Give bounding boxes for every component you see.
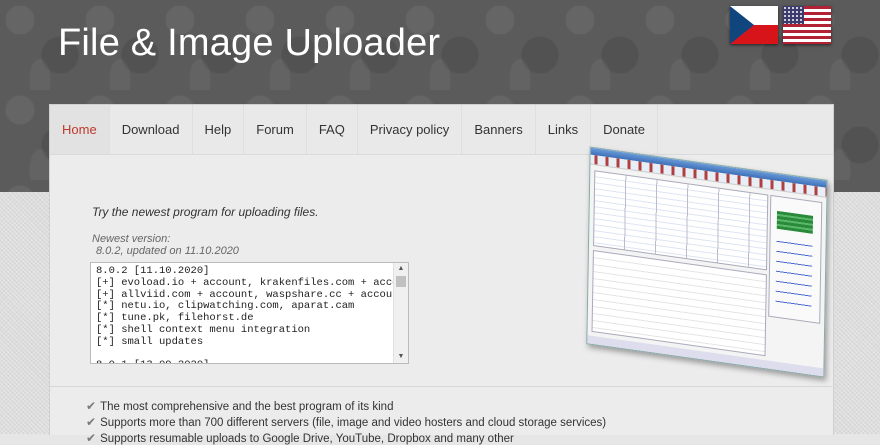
- changelog-box[interactable]: 8.0.2 [11.10.2020] [+] evoload.io + acco…: [90, 262, 409, 364]
- nav-help[interactable]: Help: [193, 105, 245, 154]
- nav-faq[interactable]: FAQ: [307, 105, 358, 154]
- scroll-thumb[interactable]: [396, 276, 406, 287]
- feature-item: ✔ Supports resumable uploads to Google Dr…: [86, 431, 514, 445]
- nav-donate[interactable]: Donate: [591, 105, 659, 154]
- program-screenshot[interactable]: [586, 146, 828, 378]
- site-title: File & Image Uploader: [58, 22, 441, 64]
- us-flag-icon[interactable]: [783, 6, 831, 44]
- version-label: Newest version:: [92, 233, 171, 245]
- screenshot-progress: [776, 210, 814, 234]
- check-icon: ✔: [86, 431, 97, 445]
- nav-download[interactable]: Download: [110, 105, 193, 154]
- language-switcher: [730, 6, 831, 44]
- nav-home[interactable]: Home: [50, 105, 110, 154]
- feature-item: ✔ The most comprehensive and the best pro…: [86, 399, 393, 413]
- feature-text: Supports more than 700 different servers…: [100, 417, 607, 429]
- feature-item: ✔ Supports more than 700 different server…: [86, 415, 606, 429]
- nav-links[interactable]: Links: [536, 105, 592, 154]
- intro-text: Try the newest program for uploading fil…: [92, 205, 319, 219]
- changelog-scrollbar[interactable]: ▲ ▼: [393, 263, 408, 363]
- nav-forum[interactable]: Forum: [244, 105, 307, 154]
- screenshot-link-list: [775, 234, 813, 310]
- changelog-text: 8.0.2 [11.10.2020] [+] evoload.io + acco…: [96, 265, 408, 363]
- scroll-up-arrow-icon[interactable]: ▲: [394, 263, 408, 275]
- czech-flag-icon[interactable]: [730, 6, 778, 44]
- nav-privacy-policy[interactable]: Privacy policy: [358, 105, 463, 154]
- version-date: 8.0.2, updated on 11.10.2020: [96, 245, 239, 257]
- check-icon: ✔: [86, 415, 97, 429]
- screenshot-side-panel: [768, 194, 823, 324]
- scroll-down-arrow-icon[interactable]: ▼: [394, 351, 408, 363]
- feature-text: Supports resumable uploads to Google Dri…: [100, 433, 514, 445]
- feature-text: The most comprehensive and the best prog…: [100, 401, 394, 413]
- check-icon: ✔: [86, 399, 97, 413]
- nav-banners[interactable]: Banners: [462, 105, 536, 154]
- feature-list: ✔ The most comprehensive and the best pro…: [49, 386, 832, 445]
- main-nav: Home Download Help Forum FAQ Privacy pol…: [50, 105, 833, 155]
